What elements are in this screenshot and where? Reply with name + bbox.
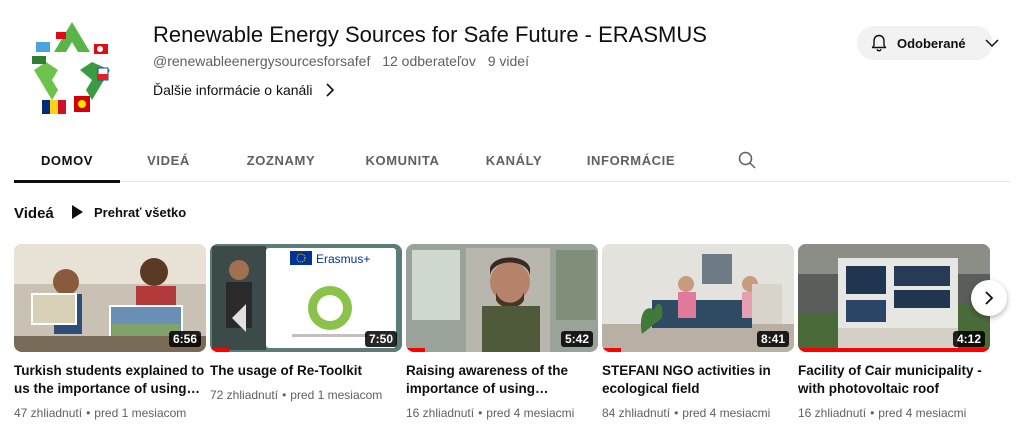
- video-thumbnail[interactable]: 6:56: [14, 244, 206, 352]
- video-views: 16 zhliadnutí: [798, 406, 867, 420]
- meta-dot: •: [282, 388, 287, 402]
- video-thumbnail[interactable]: 4:12: [798, 244, 990, 352]
- video-views: 72 zhliadnutí: [210, 388, 279, 402]
- video-title[interactable]: Turkish students explained to us the imp…: [14, 362, 206, 398]
- channel-tabs: DOMOV VIDEÁ ZOZNAMY KOMUNITA KANÁLY INFO…: [14, 138, 1010, 183]
- video-meta: 16 zhliadnutí • pred 4 mesiacmi: [798, 406, 990, 420]
- video-shelf: 6:56 Turkish students explained to us th…: [14, 244, 1024, 433]
- channel-avatar[interactable]: [12, 8, 132, 128]
- video-meta: 47 zhliadnutí • pred 1 mesiacom: [14, 406, 206, 420]
- channel-title: Renewable Energy Sources for Safe Future…: [153, 22, 707, 47]
- video-thumbnail[interactable]: Erasmus+ 7:50: [210, 244, 402, 352]
- video-age: pred 4 mesiacmi: [878, 406, 967, 420]
- video-duration: 6:56: [168, 331, 201, 347]
- watch-progress-bar: [602, 348, 622, 352]
- chevron-down-icon: [985, 39, 999, 48]
- watch-progress-bar: [798, 348, 990, 352]
- bell-icon: [871, 34, 887, 52]
- subscribed-button[interactable]: Odoberané: [857, 26, 999, 60]
- chevron-right-icon: [325, 83, 334, 97]
- search-icon: [738, 151, 756, 169]
- video-count: 9 videí: [487, 53, 529, 69]
- video-age: pred 1 mesiacom: [94, 406, 187, 420]
- channel-handle: @renewableenergysourcesforsafef: [153, 53, 371, 69]
- video-card: 4:12 Facility of Cair municipality - wit…: [798, 244, 990, 420]
- video-age: pred 4 mesiacmi: [486, 406, 575, 420]
- tab-search-button[interactable]: [732, 138, 762, 182]
- video-card: Erasmus+ 7:50 The usage of Re-Toolkit 72…: [210, 244, 402, 402]
- video-duration: 4:12: [952, 331, 985, 347]
- video-title[interactable]: The usage of Re-Toolkit: [210, 362, 402, 380]
- video-card: 6:56 Turkish students explained to us th…: [14, 244, 206, 420]
- video-thumbnail[interactable]: 8:41: [602, 244, 794, 352]
- recycle-logo-image: [12, 8, 132, 128]
- channel-meta: @renewableenergysourcesforsafef 12 odber…: [153, 53, 529, 69]
- tab-about[interactable]: INFORMÁCIE: [568, 138, 694, 182]
- subscribed-label: Odoberané: [897, 35, 966, 51]
- video-age: pred 1 mesiacom: [290, 388, 383, 402]
- watch-progress-bar: [210, 348, 230, 352]
- meta-dot: •: [674, 406, 679, 420]
- meta-dot: •: [478, 406, 483, 420]
- play-all-label: Prehrať všetko: [94, 204, 187, 220]
- video-thumbnail[interactable]: 5:42: [406, 244, 598, 352]
- video-views: 84 zhliadnutí: [602, 406, 671, 420]
- video-duration: 7:50: [364, 331, 397, 347]
- video-views: 47 zhliadnutí: [14, 406, 83, 420]
- subscriber-count: 12 odberateľov: [382, 53, 476, 69]
- tab-playlists[interactable]: ZOZNAMY: [217, 138, 345, 182]
- more-info-label: Ďalšie informácie o kanáli: [153, 82, 313, 98]
- tab-community[interactable]: KOMUNITA: [345, 138, 460, 182]
- video-card: 5:42 Raising awareness of the importance…: [406, 244, 598, 420]
- video-duration: 5:42: [560, 331, 593, 347]
- more-info-link[interactable]: Ďalšie informácie o kanáli: [153, 82, 337, 98]
- video-meta: 72 zhliadnutí • pred 1 mesiacom: [210, 388, 402, 402]
- thumbnail-erasmus-text: Erasmus+: [316, 252, 371, 266]
- watch-progress-bar: [406, 348, 426, 352]
- play-icon: [72, 205, 83, 219]
- tab-channels[interactable]: KANÁLY: [460, 138, 568, 182]
- video-views: 16 zhliadnutí: [406, 406, 475, 420]
- meta-dot: •: [86, 406, 91, 420]
- video-title[interactable]: Facility of Cair municipality - with pho…: [798, 362, 990, 398]
- tab-videos[interactable]: VIDEÁ: [120, 138, 217, 182]
- shelf-next-button[interactable]: [971, 280, 1007, 316]
- video-duration: 8:41: [756, 331, 789, 347]
- section-title: Videá: [14, 205, 54, 222]
- video-card: 8:41 STEFANI NGO activities in ecologica…: [602, 244, 794, 420]
- play-all-button[interactable]: Prehrať všetko: [70, 204, 186, 220]
- video-meta: 16 zhliadnutí • pred 4 mesiacmi: [406, 406, 598, 420]
- video-meta: 84 zhliadnutí • pred 4 mesiacmi: [602, 406, 794, 420]
- meta-dot: •: [870, 406, 875, 420]
- chevron-right-icon: [985, 291, 994, 305]
- video-title[interactable]: STEFANI NGO activities in ecological fie…: [602, 362, 794, 398]
- video-age: pred 4 mesiacmi: [682, 406, 771, 420]
- video-title[interactable]: Raising awareness of the importance of u…: [406, 362, 598, 398]
- tab-home[interactable]: DOMOV: [14, 138, 120, 183]
